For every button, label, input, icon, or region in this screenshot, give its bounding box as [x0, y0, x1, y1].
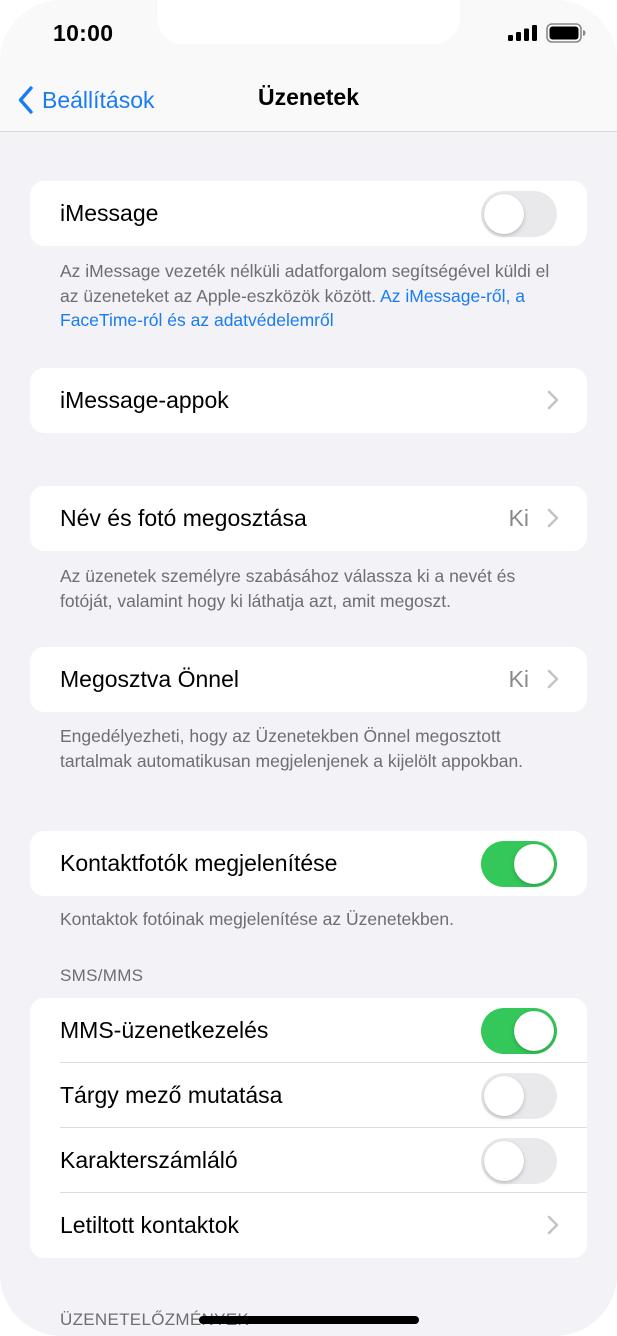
chevron-right-icon	[547, 1215, 559, 1235]
toggle-knob	[514, 844, 554, 884]
navigation-bar: Beállítások Üzenetek	[0, 70, 617, 132]
shared-with-you-row[interactable]: Megosztva Önnel Ki	[30, 647, 587, 712]
contact-photos-footnote: Kontaktok fotóinak megjelenítése az Üzen…	[60, 909, 454, 929]
imessage-row: iMessage	[30, 181, 587, 246]
chevron-right-icon	[547, 669, 559, 689]
character-count-label: Karakterszámláló	[60, 1147, 238, 1173]
name-photo-value: Ki	[508, 505, 529, 531]
blocked-contacts-label: Letiltott kontaktok	[60, 1212, 239, 1238]
imessage-apps-label: iMessage-appok	[60, 387, 229, 413]
shared-with-you-group: Megosztva Önnel Ki	[30, 647, 587, 712]
subject-field-toggle[interactable]	[481, 1073, 557, 1119]
imessage-apps-row[interactable]: iMessage-appok	[30, 368, 587, 433]
contact-photos-group: Kontaktfotók megjelenítése	[30, 831, 587, 896]
chevron-left-icon	[18, 86, 33, 114]
notch	[157, 0, 460, 44]
toggle-knob	[484, 194, 524, 234]
subject-field-row: Tárgy mező mutatása	[30, 1063, 587, 1128]
mms-messaging-label: MMS-üzenetkezelés	[60, 1017, 269, 1043]
phone-screen: 10:00 Beállítások Üzenetek iMessage Az i…	[0, 0, 617, 1336]
imessage-group: iMessage	[30, 181, 587, 246]
subject-field-label: Tárgy mező mutatása	[60, 1082, 283, 1108]
contact-photos-toggle[interactable]	[481, 841, 557, 887]
imessage-footnote: Az iMessage vezeték nélküli adatforgalom…	[60, 259, 560, 333]
name-photo-label: Név és fotó megosztása	[60, 505, 307, 531]
shared-with-you-footnote: Engedélyezheti, hogy az Üzenetekben Önne…	[60, 726, 524, 771]
cellular-signal-icon	[508, 25, 537, 41]
sms-mms-section-header: SMS/MMS	[60, 966, 144, 985]
status-bar: 10:00	[0, 0, 617, 70]
sms-mms-group: MMS-üzenetkezelés Tárgy mező mutatása Ka…	[30, 998, 587, 1258]
status-time: 10:00	[53, 20, 114, 46]
chevron-right-icon	[547, 390, 559, 410]
toggle-knob	[484, 1141, 524, 1181]
mms-messaging-row: MMS-üzenetkezelés	[30, 998, 587, 1063]
battery-icon	[546, 23, 586, 43]
imessage-label: iMessage	[60, 200, 159, 226]
toggle-knob	[514, 1011, 554, 1051]
imessage-toggle[interactable]	[481, 191, 557, 237]
shared-with-you-label: Megosztva Önnel	[60, 666, 239, 692]
contact-photos-row: Kontaktfotók megjelenítése	[30, 831, 587, 896]
contact-photos-label: Kontaktfotók megjelenítése	[60, 850, 338, 876]
name-photo-row[interactable]: Név és fotó megosztása Ki	[30, 486, 587, 551]
chevron-right-icon	[547, 508, 559, 528]
home-indicator[interactable]	[199, 1316, 419, 1324]
mms-messaging-toggle[interactable]	[481, 1008, 557, 1054]
character-count-toggle[interactable]	[481, 1138, 557, 1184]
name-photo-footnote: Az üzenetek személyre szabásához válassz…	[60, 566, 516, 611]
name-photo-group: Név és fotó megosztása Ki	[30, 486, 587, 551]
back-button-label: Beállítások	[42, 86, 155, 113]
character-count-row: Karakterszámláló	[30, 1128, 587, 1193]
imessage-apps-group: iMessage-appok	[30, 368, 587, 433]
back-button[interactable]: Beállítások	[18, 82, 155, 118]
toggle-knob	[484, 1076, 524, 1116]
blocked-contacts-row[interactable]: Letiltott kontaktok	[30, 1193, 587, 1258]
shared-with-you-value: Ki	[508, 666, 529, 692]
